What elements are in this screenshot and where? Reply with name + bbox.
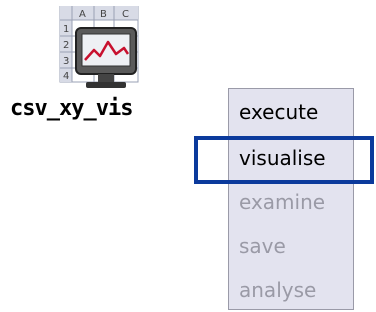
column-header-a: A bbox=[79, 9, 86, 20]
row-header-4: 4 bbox=[63, 71, 69, 82]
menu-item-execute[interactable]: execute bbox=[229, 91, 355, 133]
column-header-b: B bbox=[100, 9, 107, 20]
column-header-c: C bbox=[122, 9, 129, 20]
row-header-3: 3 bbox=[63, 56, 69, 67]
spreadsheet-monitor-chart-icon[interactable]: A B C 1 2 3 4 bbox=[58, 6, 140, 92]
menu-item-analyse[interactable]: analyse bbox=[229, 269, 355, 311]
context-menu: execute visualise examine save analyse bbox=[228, 88, 354, 310]
highlight-box bbox=[194, 136, 374, 184]
menu-item-save[interactable]: save bbox=[229, 225, 355, 267]
menu-item-examine[interactable]: examine bbox=[229, 181, 355, 223]
row-header-1: 1 bbox=[63, 24, 69, 35]
node-label: csv_xy_vis bbox=[10, 96, 133, 121]
row-header-2: 2 bbox=[63, 40, 69, 51]
